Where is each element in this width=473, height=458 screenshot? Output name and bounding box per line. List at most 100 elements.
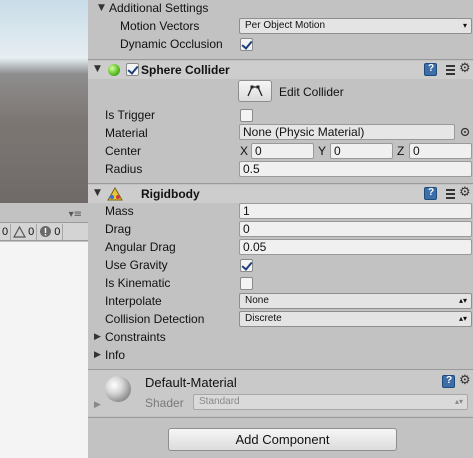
rigidbody-icon <box>107 187 123 201</box>
dropdown-menu-icon[interactable]: ▾≡ <box>69 209 82 220</box>
angular-drag-label: Angular Drag <box>105 240 176 254</box>
additional-settings-title: Additional Settings <box>109 1 209 15</box>
error-count: 0 <box>54 225 61 238</box>
motion-vectors-label: Motion Vectors <box>120 19 200 33</box>
drag-field[interactable]: 0 <box>239 221 472 237</box>
dropdown-arrow-icon: ▾ <box>462 21 467 30</box>
center-x-value: 0 <box>255 144 262 158</box>
drag-value: 0 <box>243 222 250 236</box>
gear-icon[interactable]: ⚙ <box>459 62 472 75</box>
presets-icon[interactable] <box>444 187 457 200</box>
collision-detection-value: Discrete <box>245 313 282 324</box>
divider <box>88 183 473 184</box>
radius-label: Radius <box>105 162 143 176</box>
edit-collider-button[interactable] <box>238 80 272 102</box>
mass-label: Mass <box>105 204 134 218</box>
object-picker-icon[interactable] <box>460 127 470 137</box>
error-count-toggle[interactable]: 0 <box>37 223 64 240</box>
console-log-area[interactable] <box>0 242 88 458</box>
constraints-foldout[interactable]: ▶ Constraints <box>88 328 473 346</box>
shader-label: Shader <box>145 396 184 410</box>
shader-value: Standard <box>199 396 240 407</box>
mass-field[interactable]: 1 <box>239 203 472 219</box>
is-trigger-label: Is Trigger <box>105 108 156 122</box>
shader-dropdown: Standard ▴▾ <box>193 394 468 410</box>
center-x-label: X <box>240 144 249 158</box>
sphere-collider-enabled-checkbox[interactable] <box>126 63 139 76</box>
angular-drag-value: 0.05 <box>243 240 267 254</box>
rigidbody-title: Rigidbody <box>141 187 200 201</box>
sphere-collider-header[interactable]: ▼ Sphere Collider ⚙ <box>88 61 473 79</box>
center-z-value: 0 <box>413 144 420 158</box>
error-circle-icon <box>40 226 52 237</box>
foldout-closed-arrow-icon: ▶ <box>94 332 101 342</box>
info-count: 0 <box>2 225 9 238</box>
dropdown-arrow-icon: ▴▾ <box>458 314 467 323</box>
divider <box>88 59 473 60</box>
warning-count: 0 <box>28 225 35 238</box>
material-value: None (Physic Material) <box>243 125 365 139</box>
divider <box>88 417 473 418</box>
interpolate-label: Interpolate <box>105 294 162 308</box>
foldout-open-arrow-icon: ▼ <box>94 64 101 74</box>
edit-collider-label: Edit Collider <box>279 85 344 99</box>
material-preview-sphere[interactable] <box>105 376 131 402</box>
constraints-label: Constraints <box>105 330 166 344</box>
material-object-field[interactable]: None (Physic Material) <box>239 124 455 140</box>
use-gravity-checkbox[interactable] <box>240 259 253 272</box>
gear-icon[interactable]: ⚙ <box>459 374 472 387</box>
help-book-icon[interactable] <box>424 63 437 76</box>
center-y-label: Y <box>318 144 327 158</box>
material-section: ▶ Default-Material ⚙ Shader Standard ▴▾ <box>88 370 473 416</box>
console-toolbar: 0 0 0 <box>0 223 88 241</box>
inspector-panel: ▼ Additional Settings Motion Vectors Per… <box>88 0 473 458</box>
help-book-icon[interactable] <box>442 375 455 388</box>
edit-collider-icon <box>247 85 263 97</box>
warning-count-toggle[interactable]: 0 <box>11 223 38 240</box>
foldout-open-arrow-icon: ▼ <box>94 188 101 198</box>
foldout-closed-arrow-icon: ▶ <box>94 350 101 360</box>
gear-icon[interactable]: ⚙ <box>459 186 472 199</box>
center-x-field[interactable]: 0 <box>251 143 314 159</box>
additional-settings-foldout[interactable]: ▼ Additional Settings <box>88 0 473 18</box>
info-count-toggle[interactable]: 0 <box>0 223 12 240</box>
use-gravity-label: Use Gravity <box>105 258 168 272</box>
add-component-button[interactable]: Add Component <box>168 428 397 451</box>
dynamic-occlusion-checkbox[interactable] <box>240 38 253 51</box>
console-panel: ▾≡ 0 0 0 <box>0 203 88 458</box>
scene-view[interactable] <box>0 0 88 203</box>
center-z-field[interactable]: 0 <box>409 143 472 159</box>
angular-drag-field[interactable]: 0.05 <box>239 239 472 255</box>
sphere-collider-icon <box>108 64 120 76</box>
add-component-label: Add Component <box>235 432 330 447</box>
dropdown-arrow-icon: ▴▾ <box>458 296 467 305</box>
warning-triangle-icon <box>13 225 27 238</box>
sphere-collider-title: Sphere Collider <box>141 63 230 77</box>
dropdown-arrow-icon: ▴▾ <box>454 397 463 406</box>
drag-label: Drag <box>105 222 132 236</box>
motion-vectors-dropdown[interactable]: Per Object Motion ▾ <box>239 18 472 34</box>
center-y-value: 0 <box>334 144 341 158</box>
radius-field[interactable]: 0.5 <box>239 161 472 177</box>
rigidbody-header[interactable]: ▼ Rigidbody ⚙ <box>88 185 473 203</box>
is-kinematic-checkbox[interactable] <box>240 277 253 290</box>
material-name: Default-Material <box>145 375 237 390</box>
interpolate-dropdown[interactable]: None ▴▾ <box>239 293 472 309</box>
is-kinematic-label: Is Kinematic <box>105 276 171 290</box>
center-z-label: Z <box>397 144 405 158</box>
presets-icon[interactable] <box>444 63 457 76</box>
center-label: Center <box>105 144 142 158</box>
help-book-icon[interactable] <box>424 187 437 200</box>
center-y-field[interactable]: 0 <box>330 143 393 159</box>
foldout-open-arrow-icon: ▼ <box>98 3 105 13</box>
collision-detection-label: Collision Detection <box>105 312 205 326</box>
collision-detection-dropdown[interactable]: Discrete ▴▾ <box>239 311 472 327</box>
is-trigger-checkbox[interactable] <box>240 109 253 122</box>
left-panel-strip: ▾≡ 0 0 0 <box>0 0 88 458</box>
motion-vectors-value: Per Object Motion <box>245 20 326 31</box>
console-header: ▾≡ <box>0 209 88 223</box>
mass-value: 1 <box>243 204 250 218</box>
foldout-closed-arrow-icon[interactable]: ▶ <box>94 400 101 410</box>
info-foldout[interactable]: ▶ Info <box>88 346 473 364</box>
material-label: Material <box>105 126 148 140</box>
